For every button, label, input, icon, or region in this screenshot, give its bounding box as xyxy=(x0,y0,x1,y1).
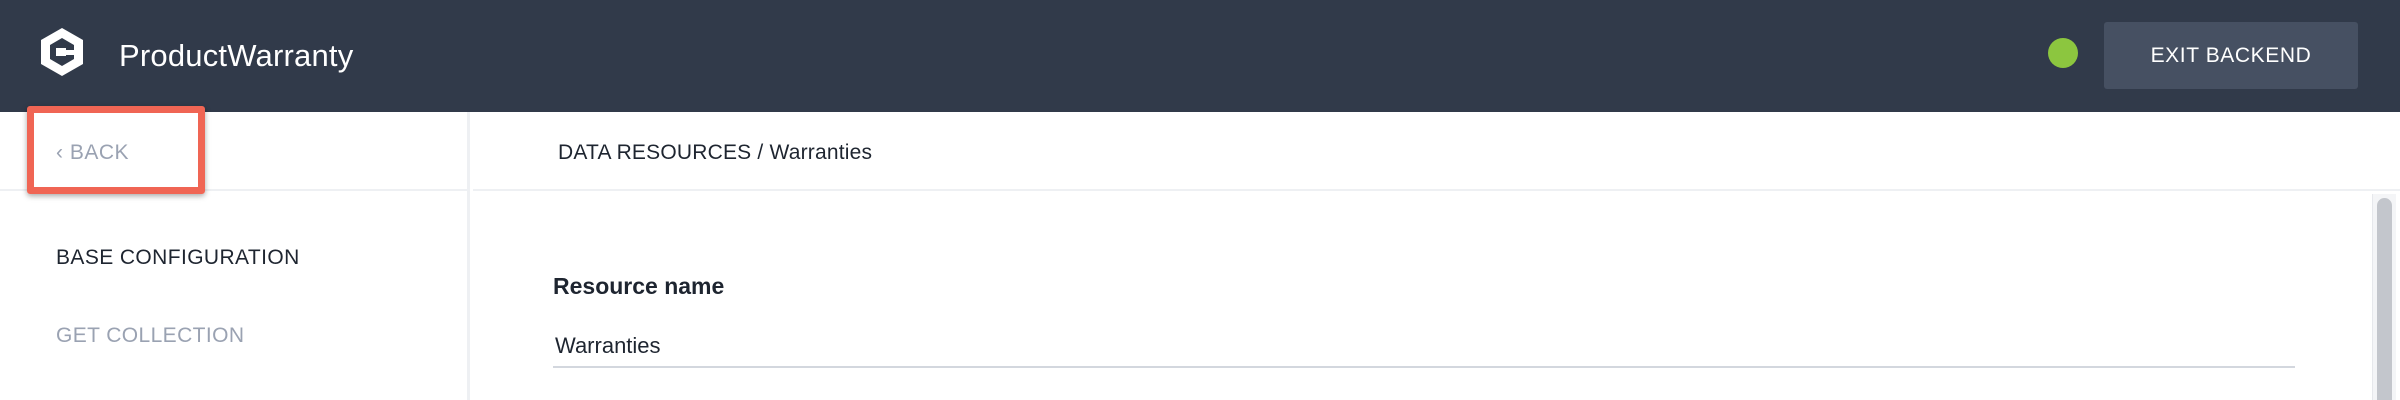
logo-icon xyxy=(41,28,83,76)
breadcrumb-row: DATA RESOURCES / Warranties xyxy=(473,112,2400,191)
resource-name-label: Resource name xyxy=(553,273,725,299)
sidebar-item-get-collection[interactable]: GET COLLECTION xyxy=(56,321,244,351)
scrollbar-thumb[interactable] xyxy=(2377,198,2392,400)
highlight-box xyxy=(27,106,205,194)
scrollbar[interactable] xyxy=(2372,194,2396,400)
status-indicator xyxy=(2048,38,2078,68)
main-content: DATA RESOURCES / Warranties Resource nam… xyxy=(473,112,2400,400)
exit-backend-button[interactable]: EXIT BACKEND xyxy=(2104,22,2358,89)
app-title: ProductWarranty xyxy=(119,38,354,73)
sidebar-item-base-configuration[interactable]: BASE CONFIGURATION xyxy=(56,243,300,273)
top-bar: ProductWarranty EXIT BACKEND xyxy=(0,0,2400,112)
breadcrumb: DATA RESOURCES / Warranties xyxy=(558,141,873,164)
resource-name-input[interactable] xyxy=(553,326,2295,368)
